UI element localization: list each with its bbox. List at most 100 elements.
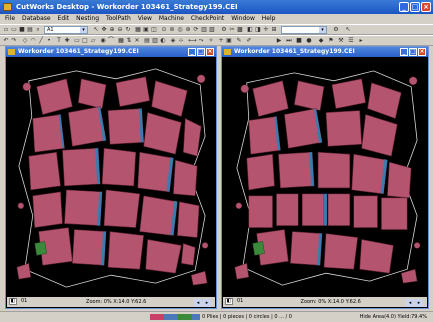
- stop-icon[interactable]: ■: [296, 38, 302, 44]
- layout-icon[interactable]: ▣: [143, 27, 149, 33]
- nest-drawing-left[interactable]: [7, 57, 215, 296]
- bundle-icon[interactable]: ▦: [118, 38, 124, 44]
- piece-icon[interactable]: ▱: [90, 38, 96, 44]
- menu-checkpoint[interactable]: CheckPoint: [191, 14, 224, 24]
- edit-icon[interactable]: ✎: [236, 38, 242, 44]
- menu-edit[interactable]: Edit: [58, 14, 70, 24]
- arrow-right-icon[interactable]: ▸: [203, 299, 211, 307]
- nest-canvas-left[interactable]: [7, 57, 215, 296]
- play-icon[interactable]: ▶: [276, 38, 282, 44]
- flag-icon[interactable]: ⚑: [328, 38, 334, 44]
- machine-icon[interactable]: ⚙: [221, 27, 227, 33]
- print-icon[interactable]: ▤: [27, 27, 33, 33]
- close-icon[interactable]: ×: [418, 48, 426, 56]
- zoom-prev-icon[interactable]: ⊛: [185, 27, 191, 33]
- zoom-out-icon[interactable]: ⊖: [117, 27, 123, 33]
- undo-icon[interactable]: ↶: [3, 38, 9, 44]
- open-icon[interactable]: ▭: [11, 27, 17, 33]
- scroll-arrows[interactable]: ◂ ▸: [405, 298, 425, 307]
- fill-icon[interactable]: ◈: [170, 38, 176, 44]
- record-icon[interactable]: ●: [306, 38, 312, 44]
- tile-icon[interactable]: ▥: [201, 27, 207, 33]
- menu-file[interactable]: File: [5, 14, 15, 24]
- rotate-icon[interactable]: ↻: [125, 27, 131, 33]
- zoom-all-icon[interactable]: ◎: [177, 27, 183, 33]
- cascade-icon[interactable]: ▧: [209, 27, 215, 33]
- color-blue-icon[interactable]: [262, 38, 268, 44]
- text-icon[interactable]: T: [56, 38, 62, 44]
- nest-window-left[interactable]: Workorder 103461_Strategy199.CEI _ □ × ◧…: [5, 46, 217, 309]
- zoom-fit-icon[interactable]: ⊙: [161, 27, 167, 33]
- menu-toolpath[interactable]: ToolPath: [106, 14, 131, 24]
- save-icon[interactable]: ■: [19, 27, 25, 33]
- flip-icon[interactable]: ◨: [255, 27, 261, 33]
- plot-icon[interactable]: ▩: [237, 27, 243, 33]
- grid-icon[interactable]: ▦: [135, 27, 141, 33]
- square-icon[interactable]: □: [82, 38, 88, 44]
- next-icon[interactable]: ▸: [358, 38, 364, 44]
- menu-nesting[interactable]: Nesting: [76, 14, 99, 24]
- drill-icon[interactable]: ◉: [100, 38, 106, 44]
- path-icon[interactable]: ⤳: [198, 38, 204, 44]
- rectangle-icon[interactable]: ▭: [74, 38, 80, 44]
- layer-icon[interactable]: ▣: [226, 38, 232, 44]
- zoom-window-icon[interactable]: ⊚: [169, 27, 175, 33]
- window-icon[interactable]: ◫: [151, 27, 157, 33]
- minimize-icon[interactable]: _: [188, 48, 196, 56]
- step-icon[interactable]: ⏭: [286, 38, 292, 44]
- redo-icon[interactable]: ↷: [11, 38, 17, 44]
- brush-icon[interactable]: ✐: [246, 38, 252, 44]
- maximize-icon[interactable]: □: [197, 48, 205, 56]
- nest-window-left-titlebar[interactable]: Workorder 103461_Strategy199.CEI _ □ ×: [6, 47, 216, 57]
- nest-window-right[interactable]: Workorder 103461_Strategy199.CEI _ □ × ◧…: [221, 46, 429, 309]
- layers-icon[interactable]: ☰: [348, 38, 354, 44]
- move-icon[interactable]: ✛: [263, 27, 269, 33]
- layer-combo[interactable]: ▾: [281, 26, 327, 34]
- pan-icon[interactable]: ✥: [101, 27, 107, 33]
- minimize-icon[interactable]: _: [400, 48, 408, 56]
- mark-icon[interactable]: ✚: [64, 38, 70, 44]
- select-icon[interactable]: ◇: [22, 38, 28, 44]
- menu-view[interactable]: View: [138, 14, 152, 24]
- plus-icon[interactable]: +: [218, 38, 224, 44]
- notch-icon[interactable]: ⌒: [108, 38, 114, 44]
- menu-database[interactable]: Database: [22, 14, 51, 24]
- chevron-down-icon[interactable]: ▾: [80, 27, 87, 33]
- settings-icon[interactable]: ⚙: [333, 27, 339, 33]
- auto-nest-icon[interactable]: ▥: [152, 38, 158, 44]
- nest-window-right-titlebar[interactable]: Workorder 103461_Strategy199.CEI _ □ ×: [222, 47, 428, 57]
- help-pointer-icon[interactable]: ↖: [345, 27, 351, 33]
- new-icon[interactable]: ▫: [3, 27, 9, 33]
- hide-icon[interactable]: ◐: [160, 38, 166, 44]
- point-icon[interactable]: •: [46, 38, 52, 44]
- arc-icon[interactable]: ◠: [30, 38, 36, 44]
- minimize-icon[interactable]: _: [399, 2, 409, 12]
- scale-combo[interactable]: A1 ▾: [44, 26, 88, 34]
- measure-icon[interactable]: ⟷: [188, 38, 197, 44]
- close-icon[interactable]: ×: [421, 2, 431, 12]
- menu-window[interactable]: Window: [231, 14, 255, 24]
- maximize-icon[interactable]: □: [409, 48, 417, 56]
- maximize-icon[interactable]: □: [410, 2, 420, 12]
- align-icon[interactable]: ⊞: [271, 27, 277, 33]
- zoom-in-icon[interactable]: ⊕: [109, 27, 115, 33]
- menu-machine[interactable]: Machine: [159, 14, 184, 24]
- tool-icon[interactable]: ⚒: [338, 38, 344, 44]
- delete-icon[interactable]: ✕: [134, 38, 140, 44]
- cursor-icon[interactable]: ↖: [93, 27, 99, 33]
- nest-drawing-right[interactable]: [223, 57, 427, 296]
- line-icon[interactable]: ╱: [38, 38, 44, 44]
- sort-icon[interactable]: ⇅: [126, 38, 132, 44]
- marker-icon[interactable]: ◆: [318, 38, 324, 44]
- arrow-left-icon[interactable]: ◂: [406, 299, 414, 307]
- menu-help[interactable]: Help: [262, 14, 276, 24]
- arrow-left-icon[interactable]: ◂: [194, 299, 202, 307]
- mirror-icon[interactable]: ◧: [247, 27, 253, 33]
- scroll-arrows[interactable]: ◂ ▸: [193, 298, 213, 307]
- sheet-nav-icon[interactable]: ◧: [225, 298, 233, 305]
- sheet-nav-icon[interactable]: ◧: [9, 298, 17, 305]
- nest-canvas-right[interactable]: [223, 57, 427, 296]
- search-icon[interactable]: ⌕: [35, 27, 41, 33]
- arrow-right-icon[interactable]: ▸: [415, 299, 423, 307]
- cut-icon[interactable]: ✂: [229, 27, 235, 33]
